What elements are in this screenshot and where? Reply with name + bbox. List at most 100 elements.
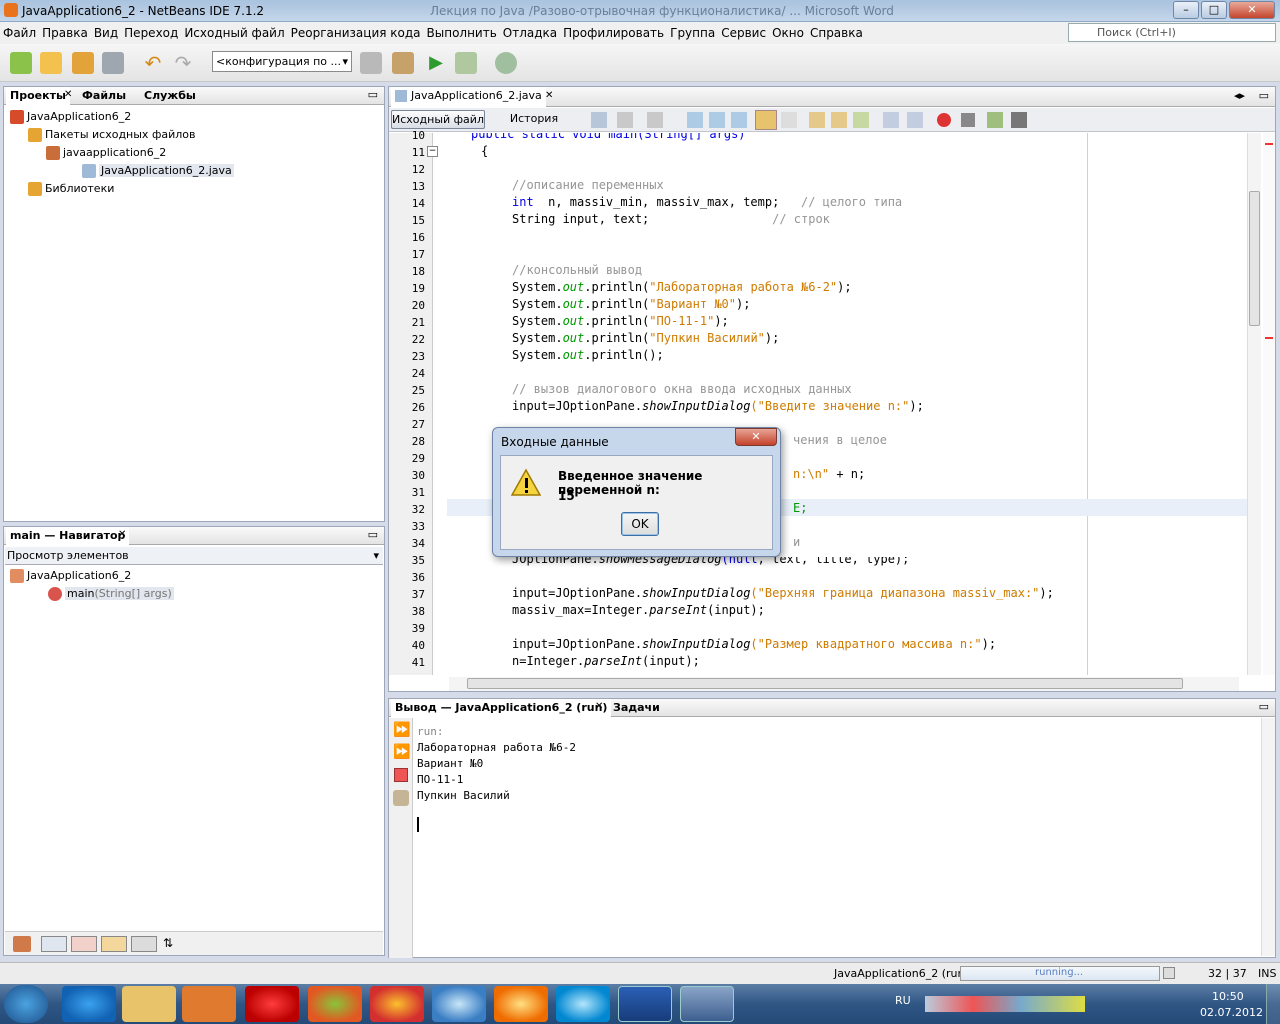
menu-debug[interactable]: Отладка	[500, 22, 560, 44]
media-player-icon[interactable]	[182, 986, 236, 1022]
scroll-tabs-icon[interactable]: ◂▸	[1234, 89, 1245, 102]
start-macro-icon[interactable]	[937, 113, 951, 127]
back-icon[interactable]	[617, 112, 633, 128]
start-button[interactable]	[4, 985, 48, 1023]
new-project-icon[interactable]	[40, 52, 62, 74]
vertical-scrollbar[interactable]	[1247, 133, 1261, 675]
save-all-icon[interactable]	[102, 52, 124, 74]
explorer-folder-icon[interactable]	[122, 986, 176, 1022]
menu-view[interactable]: Вид	[91, 22, 121, 44]
error-mark[interactable]	[1265, 337, 1273, 339]
error-stripe[interactable]	[1263, 133, 1275, 675]
find-icon[interactable]	[687, 112, 703, 128]
tab-output[interactable]: Вывод — JavaApplication6_2 (run)	[391, 699, 612, 717]
undo-icon[interactable]: ↶	[142, 52, 164, 74]
shift-left-icon[interactable]	[883, 112, 899, 128]
tab-services[interactable]: Службы	[140, 87, 200, 105]
tree-source-packages[interactable]: Пакеты исходных файлов	[28, 127, 195, 143]
minimize-panel-icon[interactable]: ▭	[1259, 700, 1269, 713]
close-button[interactable]: ✕	[1229, 1, 1275, 19]
rerun-with-params-icon[interactable]: ⏩	[393, 744, 410, 760]
shift-right-icon[interactable]	[907, 112, 923, 128]
highlight-icon[interactable]	[755, 110, 777, 130]
tab-projects[interactable]: Проекты	[6, 87, 70, 105]
internet-explorer-icon[interactable]	[62, 986, 116, 1022]
new-file-icon[interactable]	[10, 52, 32, 74]
output-scrollbar[interactable]	[1261, 718, 1275, 956]
menu-file[interactable]: Файл	[0, 22, 39, 44]
mail-agent-icon[interactable]	[494, 986, 548, 1022]
sort-icon[interactable]	[131, 936, 157, 952]
next-bookmark-icon[interactable]	[831, 112, 847, 128]
close-icon[interactable]: ✕	[118, 529, 126, 540]
scrollbar-thumb[interactable]	[467, 678, 1183, 689]
find-previous-icon[interactable]	[709, 112, 725, 128]
build-hammer-icon[interactable]	[360, 52, 382, 74]
mail-client-icon[interactable]	[432, 986, 486, 1022]
word-icon[interactable]	[618, 986, 672, 1022]
chrome-icon[interactable]	[370, 986, 424, 1022]
horizontal-scrollbar[interactable]	[449, 677, 1239, 691]
opera-icon[interactable]	[245, 986, 299, 1022]
skype-icon[interactable]	[556, 986, 610, 1022]
stop-macro-icon[interactable]	[961, 113, 975, 127]
navigator-method[interactable]: main(String[] args)	[48, 586, 174, 602]
source-tab[interactable]: Исходный файл	[391, 110, 485, 129]
tab-files[interactable]: Файлы	[78, 87, 130, 105]
close-icon[interactable]: ✕	[545, 90, 553, 101]
profile-icon[interactable]	[495, 52, 517, 74]
menu-window[interactable]: Окно	[769, 22, 807, 44]
debug-icon[interactable]	[455, 52, 477, 74]
language-indicator[interactable]: RU	[895, 994, 911, 1007]
filter-inner-icon[interactable]	[101, 936, 127, 952]
menu-profile[interactable]: Профилировать	[560, 22, 667, 44]
menu-source[interactable]: Исходный файл	[181, 22, 287, 44]
navigator-class[interactable]: JavaApplication6_2	[10, 568, 131, 584]
history-tab[interactable]: История	[489, 110, 579, 129]
minimize-panel-icon[interactable]: ▭	[368, 528, 378, 541]
toggle-bookmark-icon[interactable]	[853, 112, 869, 128]
search-input[interactable]: Поиск (Ctrl+I)	[1068, 23, 1276, 42]
comment-icon[interactable]	[987, 112, 1003, 128]
rect-selection-icon[interactable]	[781, 112, 797, 128]
error-mark[interactable]	[1265, 143, 1273, 145]
filter-nonpublic-icon[interactable]	[71, 936, 97, 952]
tree-package[interactable]: javaapplication6_2	[46, 145, 166, 161]
show-desktop-button[interactable]	[1266, 984, 1280, 1024]
minimize-button[interactable]: –	[1173, 1, 1199, 19]
open-project-icon[interactable]	[72, 52, 94, 74]
editor-tab-java-file[interactable]: JavaApplication6_2.java	[391, 87, 546, 107]
cancel-task-icon[interactable]	[1163, 967, 1175, 979]
close-icon[interactable]: ✕	[595, 701, 603, 712]
forward-icon[interactable]	[647, 112, 663, 128]
tree-libraries[interactable]: Библиотеки	[28, 181, 114, 197]
menu-run[interactable]: Выполнить	[424, 22, 500, 44]
prev-bookmark-icon[interactable]	[809, 112, 825, 128]
navigator-title[interactable]: main — Навигатор	[6, 527, 130, 545]
menu-help[interactable]: Справка	[807, 22, 866, 44]
filter-static-icon[interactable]	[41, 936, 67, 952]
clock-time[interactable]: 10:50	[1212, 990, 1244, 1003]
configuration-select[interactable]: <конфигурация по ... ▾	[212, 51, 352, 72]
view-select[interactable]: Просмотр элементов ▾	[5, 547, 383, 565]
rerun-icon[interactable]: ⏩	[393, 722, 410, 738]
redo-icon[interactable]: ↷	[172, 52, 194, 74]
sort-order-icon[interactable]: ⇅	[163, 936, 173, 950]
minimize-panel-icon[interactable]: ▭	[368, 88, 378, 101]
find-next-icon[interactable]	[731, 112, 747, 128]
ok-button[interactable]: OK	[621, 512, 659, 536]
minimize-panel-icon[interactable]: ▭	[1259, 89, 1269, 102]
stop-icon[interactable]	[394, 768, 408, 782]
netbeans-taskbar-icon[interactable]	[680, 986, 734, 1022]
filter-fields-icon[interactable]	[13, 936, 31, 952]
tray-icons[interactable]	[925, 996, 1085, 1012]
clean-build-icon[interactable]	[392, 52, 414, 74]
dialog-close-button[interactable]: ✕	[735, 428, 777, 446]
menu-navigate[interactable]: Переход	[121, 22, 181, 44]
uncomment-icon[interactable]	[1011, 112, 1027, 128]
tab-tasks[interactable]: Задачи	[609, 699, 664, 717]
menu-refactor[interactable]: Реорганизация кода	[288, 22, 424, 44]
last-edit-icon[interactable]	[591, 112, 607, 128]
menu-tools[interactable]: Сервис	[718, 22, 769, 44]
menu-team[interactable]: Группа	[667, 22, 718, 44]
